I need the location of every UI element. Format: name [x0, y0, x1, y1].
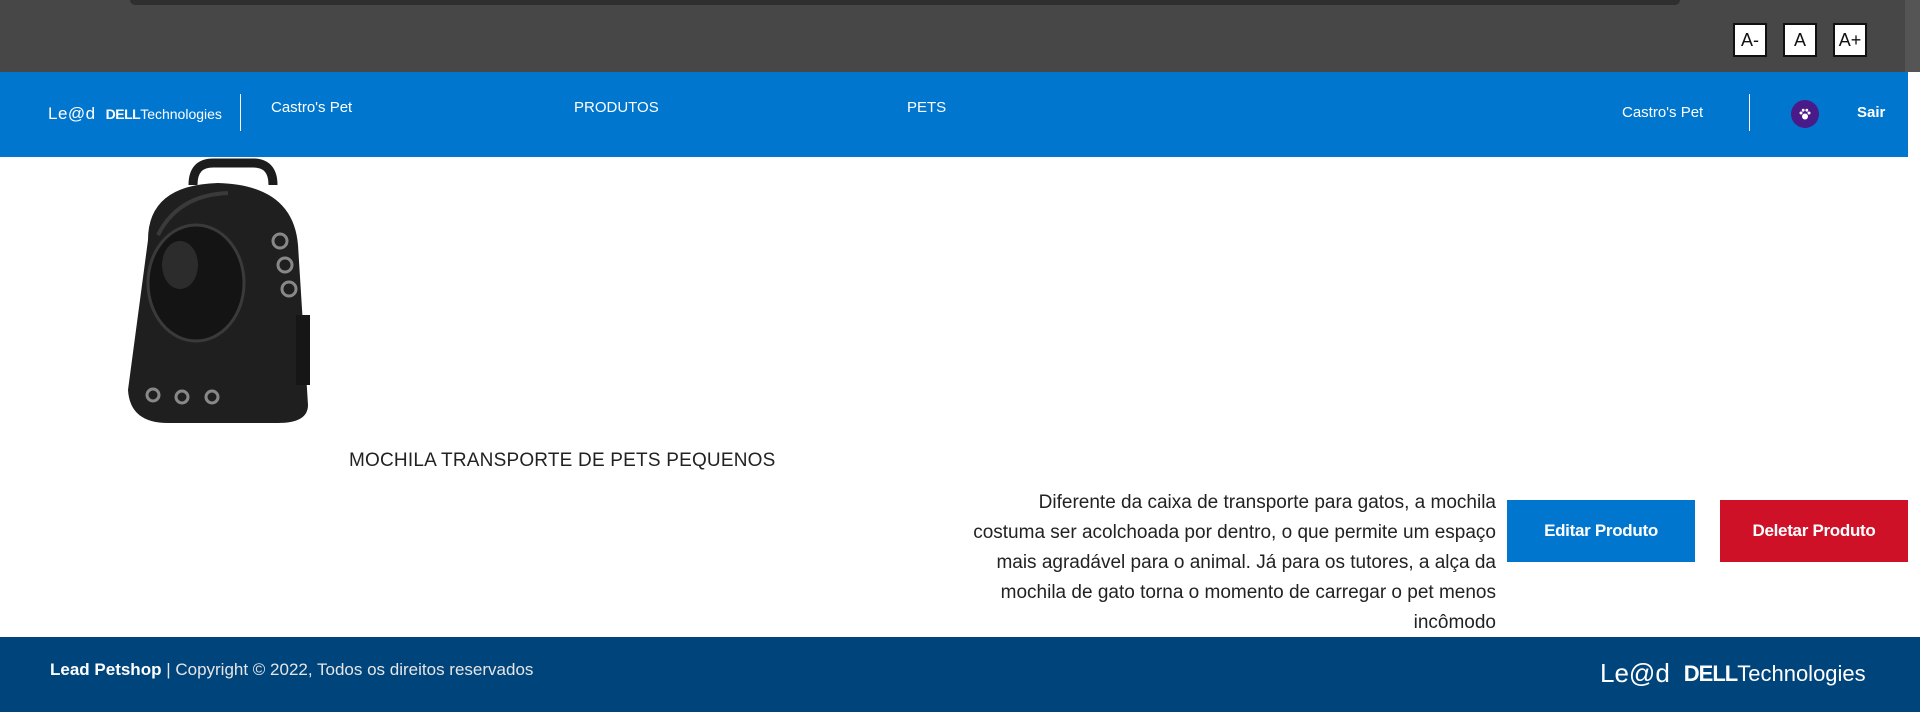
lead-dell-logo[interactable]: Le@d DELL Technologies — [48, 103, 222, 125]
footer-lead-logo: Le@d — [1600, 658, 1670, 688]
font-decrease-button[interactable]: A- — [1733, 23, 1767, 57]
footer-copyright-text: | Copyright © 2022, Todos os direitos re… — [161, 660, 534, 679]
edit-product-button[interactable]: Editar Produto — [1507, 500, 1695, 562]
nav-divider — [240, 94, 241, 131]
product-title: MOCHILA TRANSPORTE DE PETS PEQUENOS — [349, 450, 776, 471]
font-reset-button[interactable]: A — [1783, 23, 1817, 57]
dell-logo-text: DELL — [105, 106, 141, 122]
footer-brand: Lead Petshop — [50, 660, 162, 679]
accessibility-bar — [0, 0, 1920, 72]
pet-backpack-image — [128, 158, 310, 423]
logout-link[interactable]: Sair — [1857, 104, 1885, 121]
footer-copyright: Lead Petshop | Copyright © 2022, Todos o… — [50, 660, 533, 680]
scroll-strip — [1905, 0, 1920, 72]
lead-logo-text: Le@d — [48, 104, 96, 123]
product-description: Diferente da caixa de transporte para ga… — [973, 492, 1496, 633]
technologies-logo-text: Technologies — [140, 106, 222, 122]
user-divider — [1749, 94, 1750, 131]
nav-link-home[interactable]: Castro's Pet — [271, 99, 352, 116]
footer-dell-logo: DELL — [1683, 660, 1738, 686]
footer-lead-dell-logo: Le@d DELL Technologies — [1600, 658, 1866, 689]
delete-product-button[interactable]: Deletar Produto — [1720, 500, 1908, 562]
nav-link-produtos[interactable]: PRODUTOS — [574, 99, 659, 116]
footer-technologies-logo: Technologies — [1737, 660, 1866, 686]
font-increase-button[interactable]: A+ — [1833, 23, 1867, 57]
user-name: Castro's Pet — [1622, 104, 1704, 121]
nav-link-pets[interactable]: PETS — [907, 99, 946, 116]
paw-icon[interactable] — [1791, 100, 1819, 128]
paw-icon-svg — [1799, 108, 1811, 120]
browser-tab-edge — [130, 0, 1680, 5]
